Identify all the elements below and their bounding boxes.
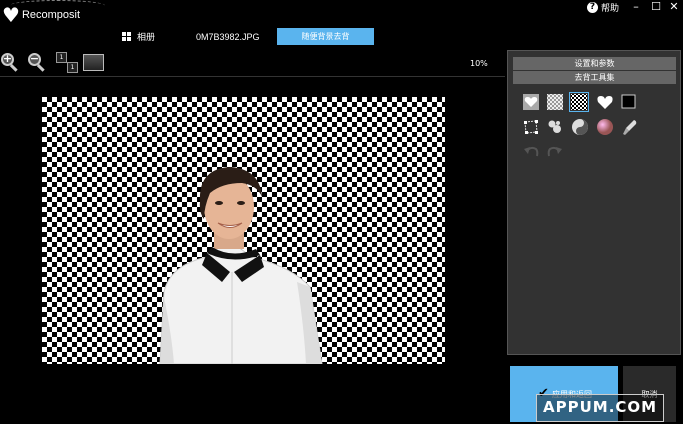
zoom-in-button[interactable]: + bbox=[1, 52, 19, 72]
settings-header[interactable]: 设置和参数 bbox=[513, 57, 676, 70]
keep-heart-tool[interactable] bbox=[522, 93, 540, 111]
tab-file[interactable]: 0M7B3982.JPG bbox=[196, 32, 260, 42]
transparent-bg-tool[interactable] bbox=[569, 92, 589, 112]
tools-header[interactable]: 去背工具集 bbox=[513, 71, 676, 84]
undo-button[interactable] bbox=[522, 143, 540, 161]
zoom-handle bbox=[9, 64, 18, 72]
tab-background-removal[interactable]: 随便背景去背 bbox=[277, 28, 374, 45]
maximize-button[interactable]: ☐ bbox=[647, 0, 665, 13]
heart-white-bg-icon bbox=[523, 94, 539, 110]
selection-tool[interactable] bbox=[522, 118, 540, 136]
heart-icon bbox=[597, 96, 613, 109]
minimize-button[interactable]: – bbox=[627, 0, 645, 13]
heart-tool[interactable] bbox=[596, 93, 614, 111]
brush-tool[interactable] bbox=[621, 118, 639, 136]
album-grid-icon bbox=[122, 32, 131, 41]
logo-swoosh bbox=[10, 0, 105, 11]
tool-panel: 设置和参数 去背工具集 bbox=[507, 50, 681, 355]
actual-size-icon-a: 1 bbox=[56, 52, 67, 63]
help-icon: ? bbox=[587, 1, 598, 13]
color-tool[interactable] bbox=[596, 118, 614, 136]
zoom-level: 10% bbox=[470, 59, 488, 68]
app-logo: ♥ Recomposit bbox=[2, 0, 105, 28]
yin-yang-icon bbox=[572, 119, 588, 135]
color-ball-icon bbox=[597, 119, 613, 135]
checker-icon bbox=[547, 94, 563, 110]
tab-album[interactable]: 相册 bbox=[122, 30, 155, 43]
zoom-in-sign: + bbox=[2, 52, 13, 65]
checker-dark-icon bbox=[571, 94, 587, 110]
tab-album-label: 相册 bbox=[137, 33, 156, 43]
fit-window-icon[interactable] bbox=[83, 54, 104, 71]
redo-button[interactable] bbox=[546, 143, 564, 161]
blob-tool[interactable] bbox=[546, 118, 564, 136]
zoom-out-button[interactable]: − bbox=[28, 52, 46, 72]
blobs-icon bbox=[548, 120, 561, 133]
actual-size-icon-b: 1 bbox=[67, 62, 78, 73]
watermark: APPUM.COM bbox=[536, 394, 665, 422]
actual-size-button[interactable]: 1 1 bbox=[55, 51, 79, 73]
black-bg-tool[interactable] bbox=[621, 94, 639, 112]
smart-tool[interactable] bbox=[571, 118, 589, 136]
zoom-handle bbox=[36, 64, 45, 72]
brush-icon bbox=[623, 120, 637, 135]
lasso-select-icon bbox=[524, 120, 538, 134]
undo-icon bbox=[524, 146, 539, 157]
black-square-icon bbox=[621, 94, 636, 109]
cutout-person-image bbox=[159, 167, 323, 364]
help-button[interactable]: ? 帮助 bbox=[587, 0, 619, 14]
checker-tool[interactable] bbox=[546, 93, 564, 111]
redo-icon bbox=[547, 146, 562, 157]
close-button[interactable]: ✕ bbox=[665, 0, 683, 13]
toolbar-divider bbox=[0, 76, 505, 77]
zoom-out-sign: − bbox=[29, 52, 40, 65]
image-canvas[interactable] bbox=[42, 97, 445, 364]
help-label: 帮助 bbox=[601, 3, 620, 14]
